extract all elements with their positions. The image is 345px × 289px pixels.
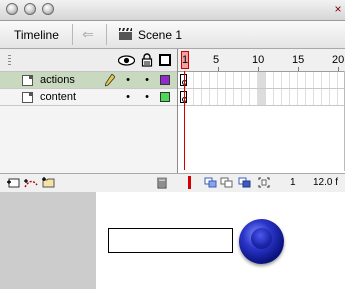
onion-skin-outlines-icon[interactable] xyxy=(238,177,251,188)
scene-name[interactable]: Scene 1 xyxy=(138,28,182,42)
add-motion-guide-icon[interactable] xyxy=(23,177,39,189)
center-frame-icon[interactable] xyxy=(204,177,217,188)
onion-skin-icon[interactable] xyxy=(220,177,233,188)
stage-button[interactable] xyxy=(239,219,284,264)
ruler-label: 5 xyxy=(213,54,220,66)
ruler-label: 20 xyxy=(332,54,345,66)
timeline-frames-panel: 1 5 10 15 20 xyxy=(178,49,345,173)
layer-row-content[interactable]: content • • xyxy=(0,89,177,106)
ruler-tick xyxy=(338,67,339,71)
button-center xyxy=(251,228,272,249)
stage-text-field[interactable] xyxy=(108,228,233,253)
layer-name[interactable]: actions xyxy=(40,74,75,86)
zoom-window-button[interactable] xyxy=(42,3,54,15)
ruler-label: 1 xyxy=(182,54,189,66)
lock-dot[interactable]: • xyxy=(143,92,151,103)
drag-grip-icon[interactable] xyxy=(8,55,11,65)
frame-row-content[interactable] xyxy=(178,89,345,106)
playhead-marker-icon xyxy=(188,176,191,189)
layer-icon xyxy=(22,75,33,86)
edit-multiple-frames-icon[interactable] xyxy=(258,177,270,188)
lock-icon[interactable] xyxy=(141,53,153,67)
pasteboard xyxy=(0,192,96,289)
layer-name[interactable]: content xyxy=(40,91,76,103)
ruler-tick xyxy=(298,67,299,71)
layer-panel: actions • • content • • xyxy=(0,49,178,173)
timeline-label[interactable]: Timeline xyxy=(14,28,59,42)
ruler-tick xyxy=(218,67,219,71)
back-arrow-icon[interactable]: ⇐ xyxy=(80,26,96,42)
trash-icon[interactable] xyxy=(156,176,168,189)
ruler-label: 15 xyxy=(292,54,305,66)
toolbar-divider xyxy=(72,24,73,45)
current-frame-number: 1 xyxy=(290,177,296,188)
insert-folder-icon[interactable] xyxy=(41,176,56,189)
ruler-label: 10 xyxy=(252,54,265,66)
timeline-bottom-bar: 1 12.0 f xyxy=(0,173,345,193)
ruler-tick xyxy=(258,67,259,71)
layer-header xyxy=(0,49,177,72)
pencil-icon xyxy=(105,74,115,87)
close-window-button[interactable] xyxy=(6,3,18,15)
layer-color-swatch[interactable] xyxy=(160,75,170,85)
lock-dot[interactable]: • xyxy=(143,75,151,86)
clapperboard-icon xyxy=(119,28,132,40)
minimize-window-button[interactable] xyxy=(24,3,36,15)
frame-ruler[interactable]: 1 5 10 15 20 xyxy=(178,49,345,72)
insert-layer-icon[interactable] xyxy=(6,177,20,189)
outline-icon[interactable] xyxy=(159,54,171,66)
eye-icon[interactable] xyxy=(118,55,135,66)
layer-icon xyxy=(22,92,33,103)
playhead-line xyxy=(184,71,185,170)
frame-rate: 12.0 f xyxy=(313,177,339,188)
panel-close-icon[interactable]: × xyxy=(333,2,343,16)
frame-row-actions[interactable] xyxy=(178,72,345,89)
layer-row-actions[interactable]: actions • • xyxy=(0,72,177,89)
visibility-dot[interactable]: • xyxy=(124,75,132,86)
toolbar-divider xyxy=(106,24,107,45)
layer-color-swatch[interactable] xyxy=(160,92,170,102)
visibility-dot[interactable]: • xyxy=(124,92,132,103)
window-title-bar: × xyxy=(0,0,345,21)
timeline-toolbar: Timeline ⇐ Scene 1 xyxy=(0,21,345,49)
